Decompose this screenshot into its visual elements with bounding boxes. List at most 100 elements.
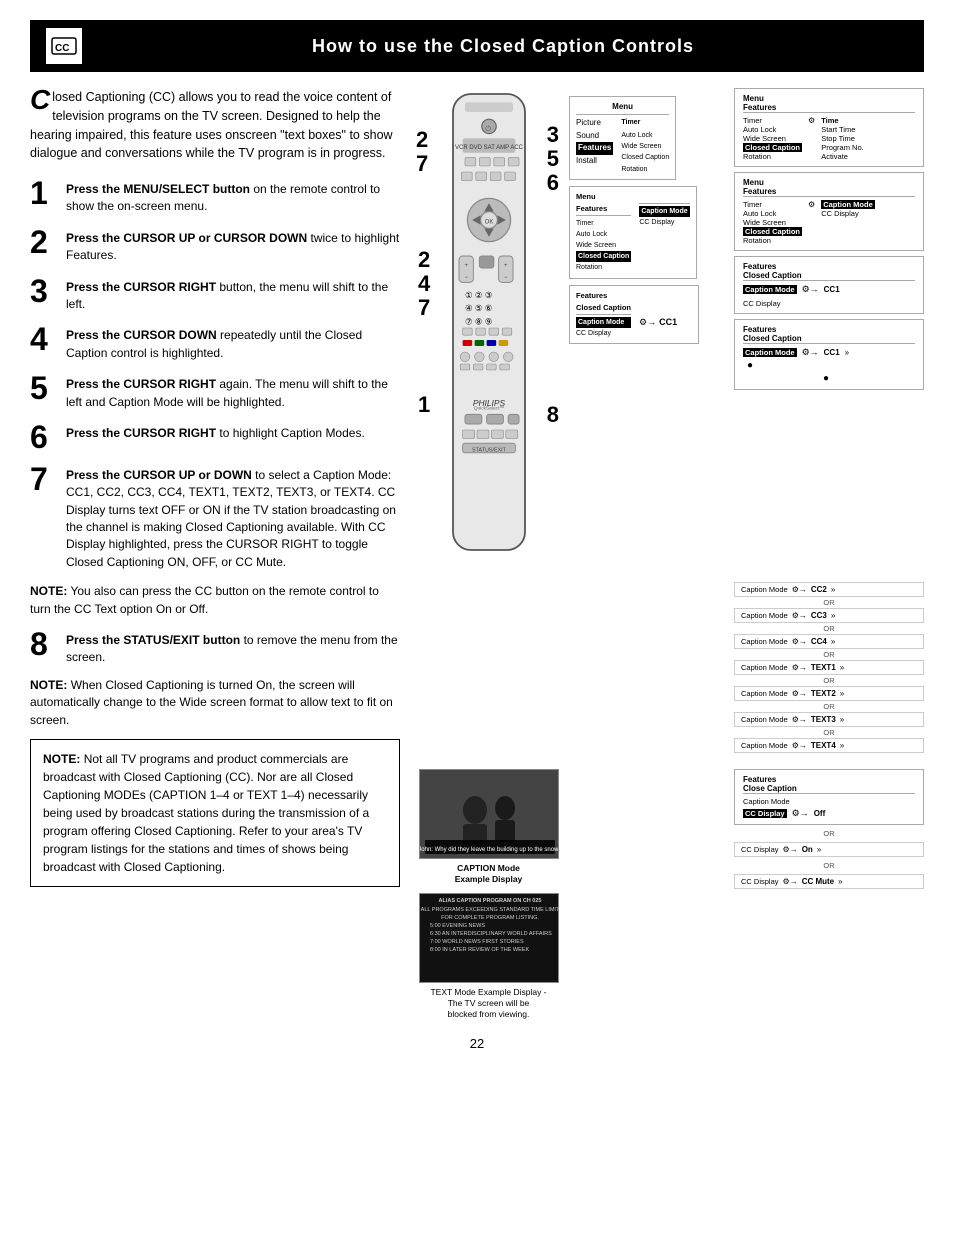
svg-text:+: + xyxy=(504,263,508,269)
step-overlay-24: 247 xyxy=(418,248,430,321)
cc-mode-row-text4: Caption Mode ⚙→ TEXT4 » xyxy=(734,738,924,753)
step-text-3: Press the CURSOR RIGHT button, the menu … xyxy=(66,275,400,314)
text-mode-label: TEXT Mode Example Display -The TV screen… xyxy=(430,987,546,1020)
cc-icon: CC xyxy=(46,28,82,64)
top-diagrams-area: 27 356 247 1 8 ⏻ VCR DVD SAT AMP ACC xyxy=(416,88,924,568)
svg-text:CC: CC xyxy=(55,43,69,54)
note-label-2: NOTE: xyxy=(30,678,67,692)
svg-text:FOR COMPLETE PROGRAM LISTING.: FOR COMPLETE PROGRAM LISTING. xyxy=(441,915,539,921)
step-6: 6 Press the CURSOR RIGHT to highlight Ca… xyxy=(30,421,400,453)
svg-text:VCR DVD SAT AMP ACC: VCR DVD SAT AMP ACC xyxy=(454,145,523,151)
note-text-2: When Closed Captioning is turned On, the… xyxy=(30,678,393,727)
step-overlay-356: 356 xyxy=(547,123,559,196)
steps-container: 1 Press the MENU/SELECT button on the re… xyxy=(30,177,400,571)
step-number-2: 2 xyxy=(30,226,58,258)
svg-text:John: Why did they leave the b: John: Why did they leave the building up… xyxy=(420,847,559,853)
page-title: How to use the Closed Caption Controls xyxy=(98,36,908,57)
menu-panel-1: Menu Picture Sound Features Install Time… xyxy=(569,96,726,180)
svg-text:5:00 EVENING NEWS: 5:00 EVENING NEWS xyxy=(430,923,485,929)
spacer-menu xyxy=(569,582,726,753)
caption-mode-label: CAPTION ModeExample Display xyxy=(455,863,523,885)
step-number-3: 3 xyxy=(30,275,58,307)
svg-text:⏻: ⏻ xyxy=(485,124,491,133)
svg-text:STATUS/EXIT: STATUS/EXIT xyxy=(472,448,507,454)
cc-display-area: FeaturesClose Caption Caption Mode CC Di… xyxy=(734,769,924,1020)
cc-mode-row-text1: Caption Mode ⚙→ TEXT1 » xyxy=(734,660,924,675)
step-5: 5 Press the CURSOR RIGHT again. The menu… xyxy=(30,372,400,411)
intro-paragraph: C losed Captioning (CC) allows you to re… xyxy=(30,88,400,163)
step-number-1: 1 xyxy=(30,177,58,209)
main-layout: C losed Captioning (CC) allows you to re… xyxy=(30,88,924,1020)
step-1: 1 Press the MENU/SELECT button on the re… xyxy=(30,177,400,216)
cc-mode-row-cc4: Caption Mode ⚙→ CC4 » xyxy=(734,634,924,649)
step-8: 8 Press the STATUS/EXIT button to remove… xyxy=(30,628,400,667)
remote-area: 27 356 247 1 8 ⏻ VCR DVD SAT AMP ACC xyxy=(416,88,561,568)
step-number-4: 4 xyxy=(30,323,58,355)
arrow-box-1: MenuFeatures Timer Auto Lock Wide Screen… xyxy=(734,88,924,167)
step-text-7: Press the CURSOR UP or DOWN to select a … xyxy=(66,463,400,571)
svg-text:QuickSelect™: QuickSelect™ xyxy=(473,406,504,412)
step-4: 4 Press the CURSOR DOWN repeatedly until… xyxy=(30,323,400,362)
menu-diagrams-area: Menu Picture Sound Features Install Time… xyxy=(569,88,726,344)
step-overlay-27: 27 xyxy=(416,128,428,176)
note-text-1: You also can press the CC button on the … xyxy=(30,584,379,615)
svg-text:−: − xyxy=(504,275,508,281)
note-inline-1: NOTE: You also can press the CC button o… xyxy=(30,583,400,618)
cc-mode-section: Caption Mode ⚙→ CC2 » OR Caption Mode ⚙→… xyxy=(416,582,924,753)
step-text-1: Press the MENU/SELECT button on the remo… xyxy=(66,177,400,216)
arrow-boxes-area: MenuFeatures Timer Auto Lock Wide Screen… xyxy=(734,88,924,390)
menu-panel-2: MenuFeatures Timer Auto Lock Wide Screen… xyxy=(569,186,726,279)
svg-text:ALL PROGRAMS EXCEEDING STANDAR: ALL PROGRAMS EXCEEDING STANDARD TIME LIM… xyxy=(420,907,558,913)
intro-text: losed Captioning (CC) allows you to read… xyxy=(30,90,393,160)
cc-mode-row-text3: Caption Mode ⚙→ TEXT3 » xyxy=(734,712,924,727)
step-overlay-8: 8 xyxy=(547,402,559,428)
svg-text:ALIAS CAPTION PROGRAM ON CH 02: ALIAS CAPTION PROGRAM ON CH 025 xyxy=(438,898,541,904)
step-number-7: 7 xyxy=(30,463,58,495)
note-box-label: NOTE: xyxy=(43,752,80,766)
step-text-5: Press the CURSOR RIGHT again. The menu w… xyxy=(66,372,400,411)
step-text-8: Press the STATUS/EXIT button to remove t… xyxy=(66,628,400,667)
step-text-4: Press the CURSOR DOWN repeatedly until t… xyxy=(66,323,400,362)
step-number-6: 6 xyxy=(30,421,58,453)
or-6: OR xyxy=(734,728,924,737)
svg-text:7:00 WORLD NEWS FIRST STORIES: 7:00 WORLD NEWS FIRST STORIES xyxy=(430,939,524,945)
caption-display-svg: John: Why did they leave the building up… xyxy=(420,770,559,859)
svg-text:OK: OK xyxy=(484,220,493,226)
or-bottom-2: OR xyxy=(734,861,924,870)
cc-display-off-box: FeaturesClose Caption Caption Mode CC Di… xyxy=(734,769,924,825)
right-column: 27 356 247 1 8 ⏻ VCR DVD SAT AMP ACC xyxy=(416,88,924,1020)
note-box-text: Not all TV programs and product commerci… xyxy=(43,752,369,874)
caption-image-area: John: Why did they leave the building up… xyxy=(416,769,561,1020)
step-number-8: 8 xyxy=(30,628,58,660)
cc-mode-row-cc3: Caption Mode ⚙→ CC3 » xyxy=(734,608,924,623)
or-3: OR xyxy=(734,650,924,659)
arrow-box-4: FeaturesClosed Caption Caption Mode ⚙→ C… xyxy=(734,319,924,390)
step-3: 3 Press the CURSOR RIGHT button, the men… xyxy=(30,275,400,314)
step-2: 2 Press the CURSOR UP or CURSOR DOWN twi… xyxy=(30,226,400,265)
or-bottom-1: OR xyxy=(734,829,924,838)
menu-box-1: Menu Picture Sound Features Install Time… xyxy=(569,96,676,180)
step-text-6: Press the CURSOR RIGHT to highlight Capt… xyxy=(66,421,365,442)
menu-box-2: MenuFeatures Timer Auto Lock Wide Screen… xyxy=(569,186,697,279)
text-mode-display: ALIAS CAPTION PROGRAM ON CH 025 ALL PROG… xyxy=(419,893,559,983)
remote-svg: ⏻ VCR DVD SAT AMP ACC xyxy=(429,88,549,568)
cc-mode-row-text2: Caption Mode ⚙→ TEXT2 » xyxy=(734,686,924,701)
arrow-box-2: MenuFeatures Timer Auto Lock Wide Screen… xyxy=(734,172,924,251)
menu-box-3: FeaturesClosed Caption Caption Mode CC D… xyxy=(569,285,699,344)
svg-text:① ② ③: ① ② ③ xyxy=(465,290,492,300)
svg-text:6:30 AN INTERDISCIPLINARY WOR: 6:30 AN INTERDISCIPLINARY WORLD AFFAIRS xyxy=(430,931,552,937)
step-text-2: Press the CURSOR UP or CURSOR DOWN twice… xyxy=(66,226,400,265)
or-1: OR xyxy=(734,598,924,607)
menu-panel-3: FeaturesClosed Caption Caption Mode CC D… xyxy=(569,285,726,344)
text-mode-svg: ALIAS CAPTION PROGRAM ON CH 025 ALL PROG… xyxy=(420,894,559,983)
arrow-box-3: FeaturesClosed Caption Caption Mode ⚙→ C… xyxy=(734,256,924,314)
note-label-1: NOTE: xyxy=(30,584,67,598)
svg-text:⑦ ⑧ ⑨: ⑦ ⑧ ⑨ xyxy=(465,316,492,326)
step-overlay-1: 1 xyxy=(418,392,430,418)
svg-text:+: + xyxy=(464,263,468,269)
step-number-5: 5 xyxy=(30,372,58,404)
bottom-section: John: Why did they leave the building up… xyxy=(416,769,924,1020)
svg-text:8:00 IN LATER REVIEW OF THE W: 8:00 IN LATER REVIEW OF THE WEEK xyxy=(430,947,529,953)
spacer-remote xyxy=(416,582,561,753)
page-number: 22 xyxy=(30,1036,924,1051)
